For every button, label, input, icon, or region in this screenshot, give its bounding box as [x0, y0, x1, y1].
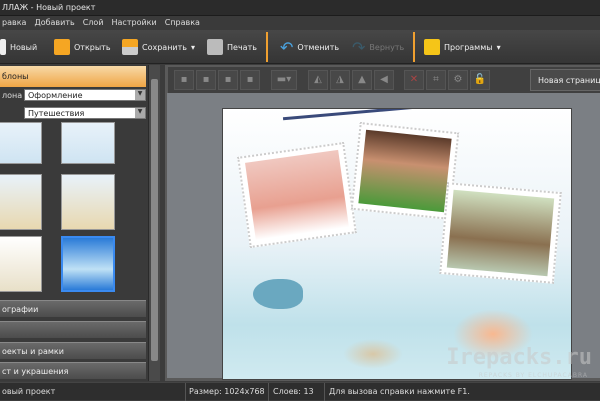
print-label: Печать: [227, 42, 257, 52]
menu-settings[interactable]: Настройки: [112, 18, 157, 28]
template-thumbnail[interactable]: [61, 174, 115, 230]
print-button[interactable]: Печать: [207, 36, 257, 58]
new-button[interactable]: Новый: [0, 36, 37, 58]
open-button[interactable]: Открыть: [54, 36, 111, 58]
menu-layer[interactable]: Слой: [83, 18, 104, 28]
title-bar: ЛЛАЖ - Новый проект: [0, 0, 600, 16]
status-size: Размер: 1024x768: [189, 387, 265, 396]
undo-button[interactable]: ↶ Отменить: [280, 36, 339, 58]
new-page-button[interactable]: Новая страница: [530, 69, 600, 91]
flip-horizontal-icon[interactable]: ▲: [352, 70, 372, 90]
photo-family[interactable]: [439, 182, 562, 284]
category-value: Оформление: [28, 91, 83, 100]
shells-decoration: [343, 339, 403, 369]
subcategory-select[interactable]: Путешествия ▼: [24, 107, 146, 119]
divider: [324, 383, 325, 401]
floppy-icon: [122, 39, 138, 55]
subcategory-value: Путешествия: [28, 109, 85, 118]
template-thumbnail-selected[interactable]: [61, 236, 115, 292]
section-frames[interactable]: оекты и рамки: [0, 342, 146, 359]
divider: [413, 32, 415, 62]
divider: [268, 383, 269, 401]
status-hint: Для вызова справки нажмите F1.: [329, 387, 470, 396]
section-label: ографии: [2, 305, 39, 314]
undo-label: Отменить: [297, 42, 340, 52]
bring-forward-icon[interactable]: ▪: [196, 70, 216, 90]
template-thumbnail[interactable]: [0, 122, 42, 164]
printer-icon: [207, 39, 223, 55]
gift-icon: [424, 39, 440, 55]
templates-header-label: блоны: [2, 72, 29, 81]
new-label: Новый: [10, 42, 38, 52]
align-icon[interactable]: ▬▾: [271, 70, 297, 90]
open-label: Открыть: [74, 42, 111, 52]
fish-decoration: [253, 279, 303, 309]
redo-button[interactable]: ↷ Вернуть: [352, 36, 404, 58]
redo-label: Вернуть: [369, 42, 405, 52]
section-backgrounds[interactable]: [0, 321, 146, 338]
save-button[interactable]: Сохранить ▾: [122, 36, 195, 58]
photo-girl[interactable]: [237, 141, 357, 249]
field1-label: лона: [2, 91, 23, 100]
crop-icon[interactable]: ⌗: [426, 70, 446, 90]
lock-icon[interactable]: 🔓: [470, 70, 490, 90]
new-file-icon: [0, 39, 6, 55]
folder-icon: [54, 39, 70, 55]
status-bar: овый проект Размер: 1024x768 Слоев: 13 Д…: [0, 382, 600, 401]
chevron-down-icon[interactable]: ▾: [497, 43, 501, 52]
programs-button[interactable]: Программы ▾: [424, 36, 501, 58]
status-layers: Слоев: 13: [273, 387, 314, 396]
canvas-toolbar: ▪ ▪ ▪ ▪ ▬▾ ◭ ◮ ▲ ◀ ✕ ⌗ ⚙ 🔓 Новая страниц…: [168, 67, 600, 93]
menu-bar: равка Добавить Слой Настройки Справка: [0, 16, 600, 30]
bring-front-icon[interactable]: ▪: [240, 70, 260, 90]
template-thumbnail[interactable]: [61, 122, 115, 164]
rotate-right-icon[interactable]: ◮: [330, 70, 350, 90]
undo-icon: ↶: [280, 37, 294, 57]
new-page-label: Новая страница: [538, 75, 600, 85]
scroll-thumb[interactable]: [151, 79, 158, 361]
menu-add[interactable]: Добавить: [34, 18, 74, 28]
chevron-down-icon[interactable]: ▼: [135, 108, 145, 118]
section-label: оекты и рамки: [2, 347, 64, 356]
template-thumbnail[interactable]: [0, 174, 42, 230]
save-label: Сохранить: [142, 42, 187, 52]
chevron-down-icon[interactable]: ▾: [191, 43, 195, 52]
send-backward-icon[interactable]: ▪: [218, 70, 238, 90]
programs-label: Программы: [444, 42, 493, 52]
send-back-icon[interactable]: ▪: [174, 70, 194, 90]
delete-icon[interactable]: ✕: [404, 70, 424, 90]
gear-icon[interactable]: ⚙: [448, 70, 468, 90]
left-scrollbar[interactable]: [148, 65, 160, 381]
divider: [266, 32, 268, 62]
chevron-down-icon[interactable]: ▼: [135, 90, 145, 100]
status-project: овый проект: [2, 387, 56, 396]
redo-icon: ↷: [352, 37, 366, 57]
flip-vertical-icon[interactable]: ◀: [374, 70, 394, 90]
main-toolbar: Новый Открыть Сохранить ▾ Печать ↶ Отменит…: [0, 30, 600, 64]
rotate-left-icon[interactable]: ◭: [308, 70, 328, 90]
watermark: Irepacks.ru: [446, 345, 592, 370]
photo-woman[interactable]: [350, 122, 460, 220]
section-text-decorations[interactable]: ст и украшения: [0, 362, 146, 379]
section-label: ст и украшения: [2, 367, 69, 376]
watermark-sub: REPACKS BY ELCHUPACABRA: [478, 372, 588, 379]
divider: [185, 383, 186, 401]
section-photos[interactable]: ографии: [0, 300, 146, 317]
templates-header[interactable]: блоны: [0, 66, 146, 87]
menu-edit[interactable]: равка: [2, 18, 26, 28]
category-select[interactable]: Оформление ▼: [24, 89, 146, 101]
template-thumbnail[interactable]: [0, 236, 42, 292]
menu-help[interactable]: Справка: [165, 18, 200, 28]
window-title: ЛЛАЖ - Новый проект: [2, 3, 96, 12]
collage-canvas[interactable]: [222, 108, 572, 380]
